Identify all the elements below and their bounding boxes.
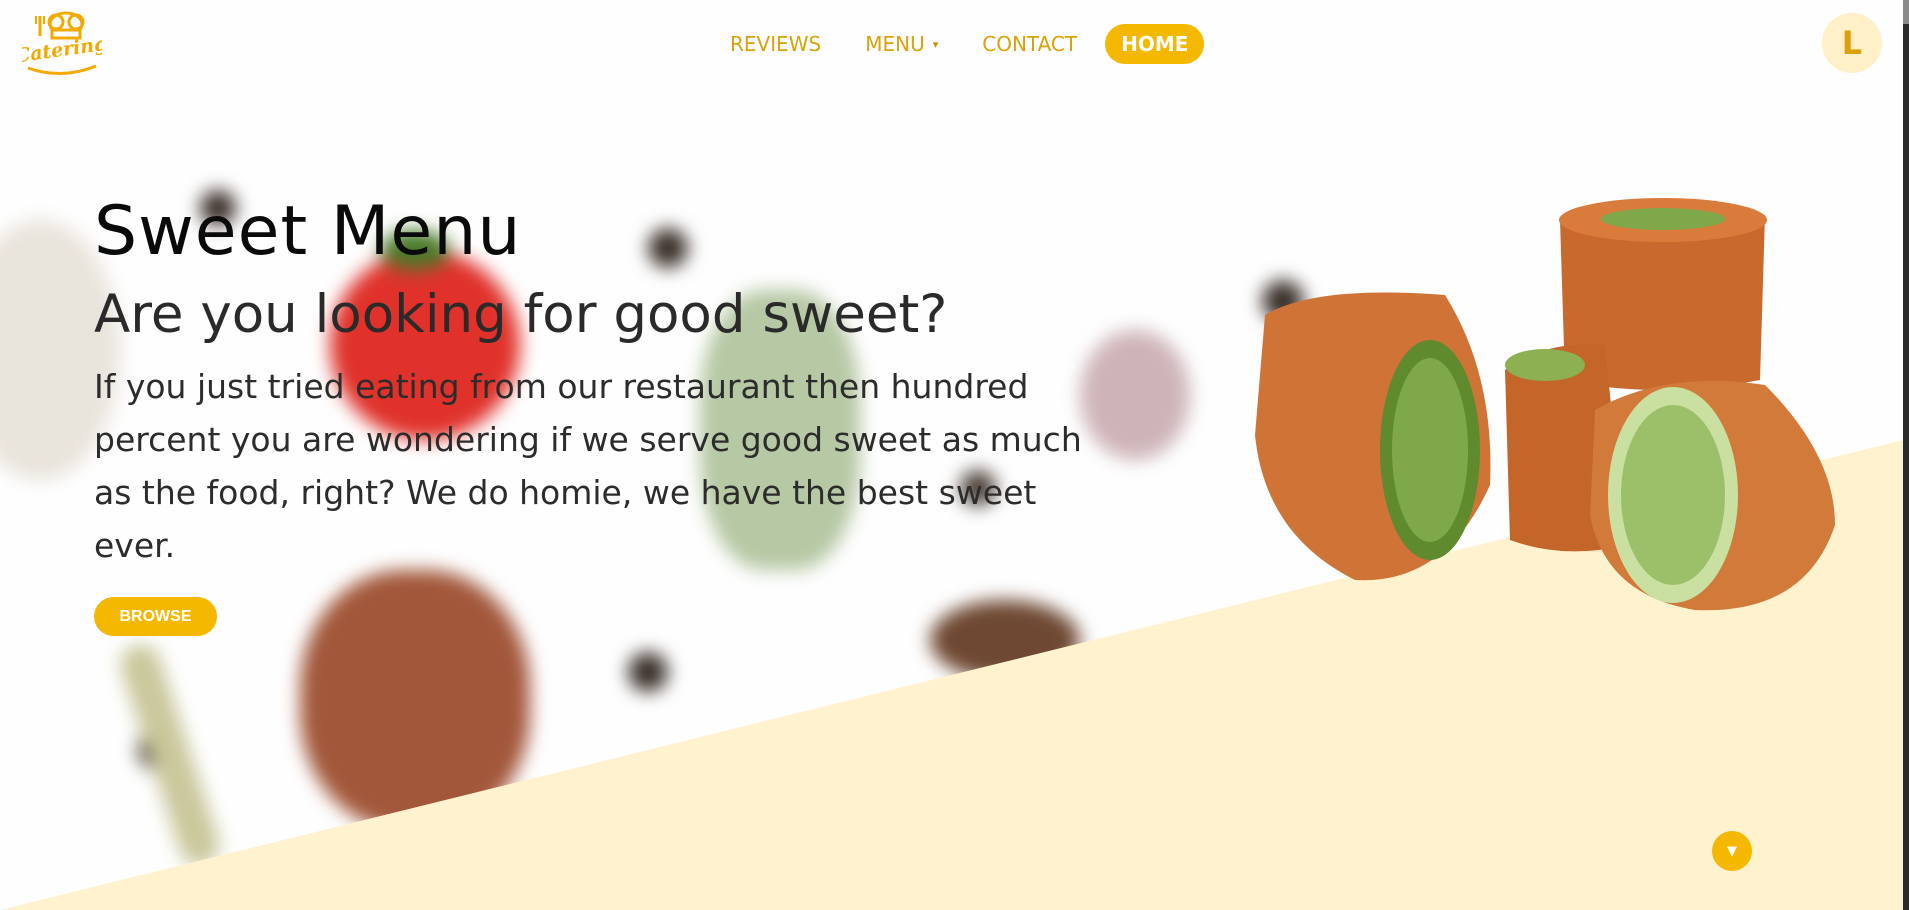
chevron-down-icon: ▾ — [932, 37, 939, 51]
hero-subtitle: Are you looking for good sweet? — [94, 284, 948, 345]
hero-description: If you just tried eating from our restau… — [94, 367, 1082, 565]
nav-reviews-link[interactable]: REVIEWS — [730, 32, 821, 56]
user-avatar[interactable]: L — [1822, 13, 1882, 73]
chef-hat-logo-icon: Catering — [14, 11, 109, 76]
window-scrollbar[interactable] — [1903, 0, 1909, 910]
logo-text: Catering — [22, 33, 102, 68]
scroll-down-button[interactable]: ▼ — [1712, 831, 1752, 871]
main-menu: REVIEWS MENU ▾ CONTACT HOME — [730, 24, 1205, 64]
catering-logo[interactable]: Catering — [14, 10, 109, 78]
nav-contact-link[interactable]: CONTACT — [982, 32, 1077, 56]
browse-button[interactable]: BROWSE — [94, 597, 217, 636]
nav-home-button[interactable]: HOME — [1105, 24, 1205, 64]
scrollbar-thumb[interactable] — [1903, 0, 1909, 24]
sweet-rolls-image — [1245, 195, 1845, 615]
top-navbar: Catering REVIEWS MENU ▾ CONTACT HOME L — [0, 0, 1903, 86]
hero-section: Sweet Menu Are you looking for good swee… — [94, 190, 1084, 572]
page-title: Sweet Menu — [94, 192, 522, 271]
chevron-down-icon: ▼ — [1727, 843, 1737, 859]
nav-menu-label: MENU — [865, 32, 925, 56]
nav-menu-dropdown[interactable]: MENU ▾ — [865, 32, 938, 56]
